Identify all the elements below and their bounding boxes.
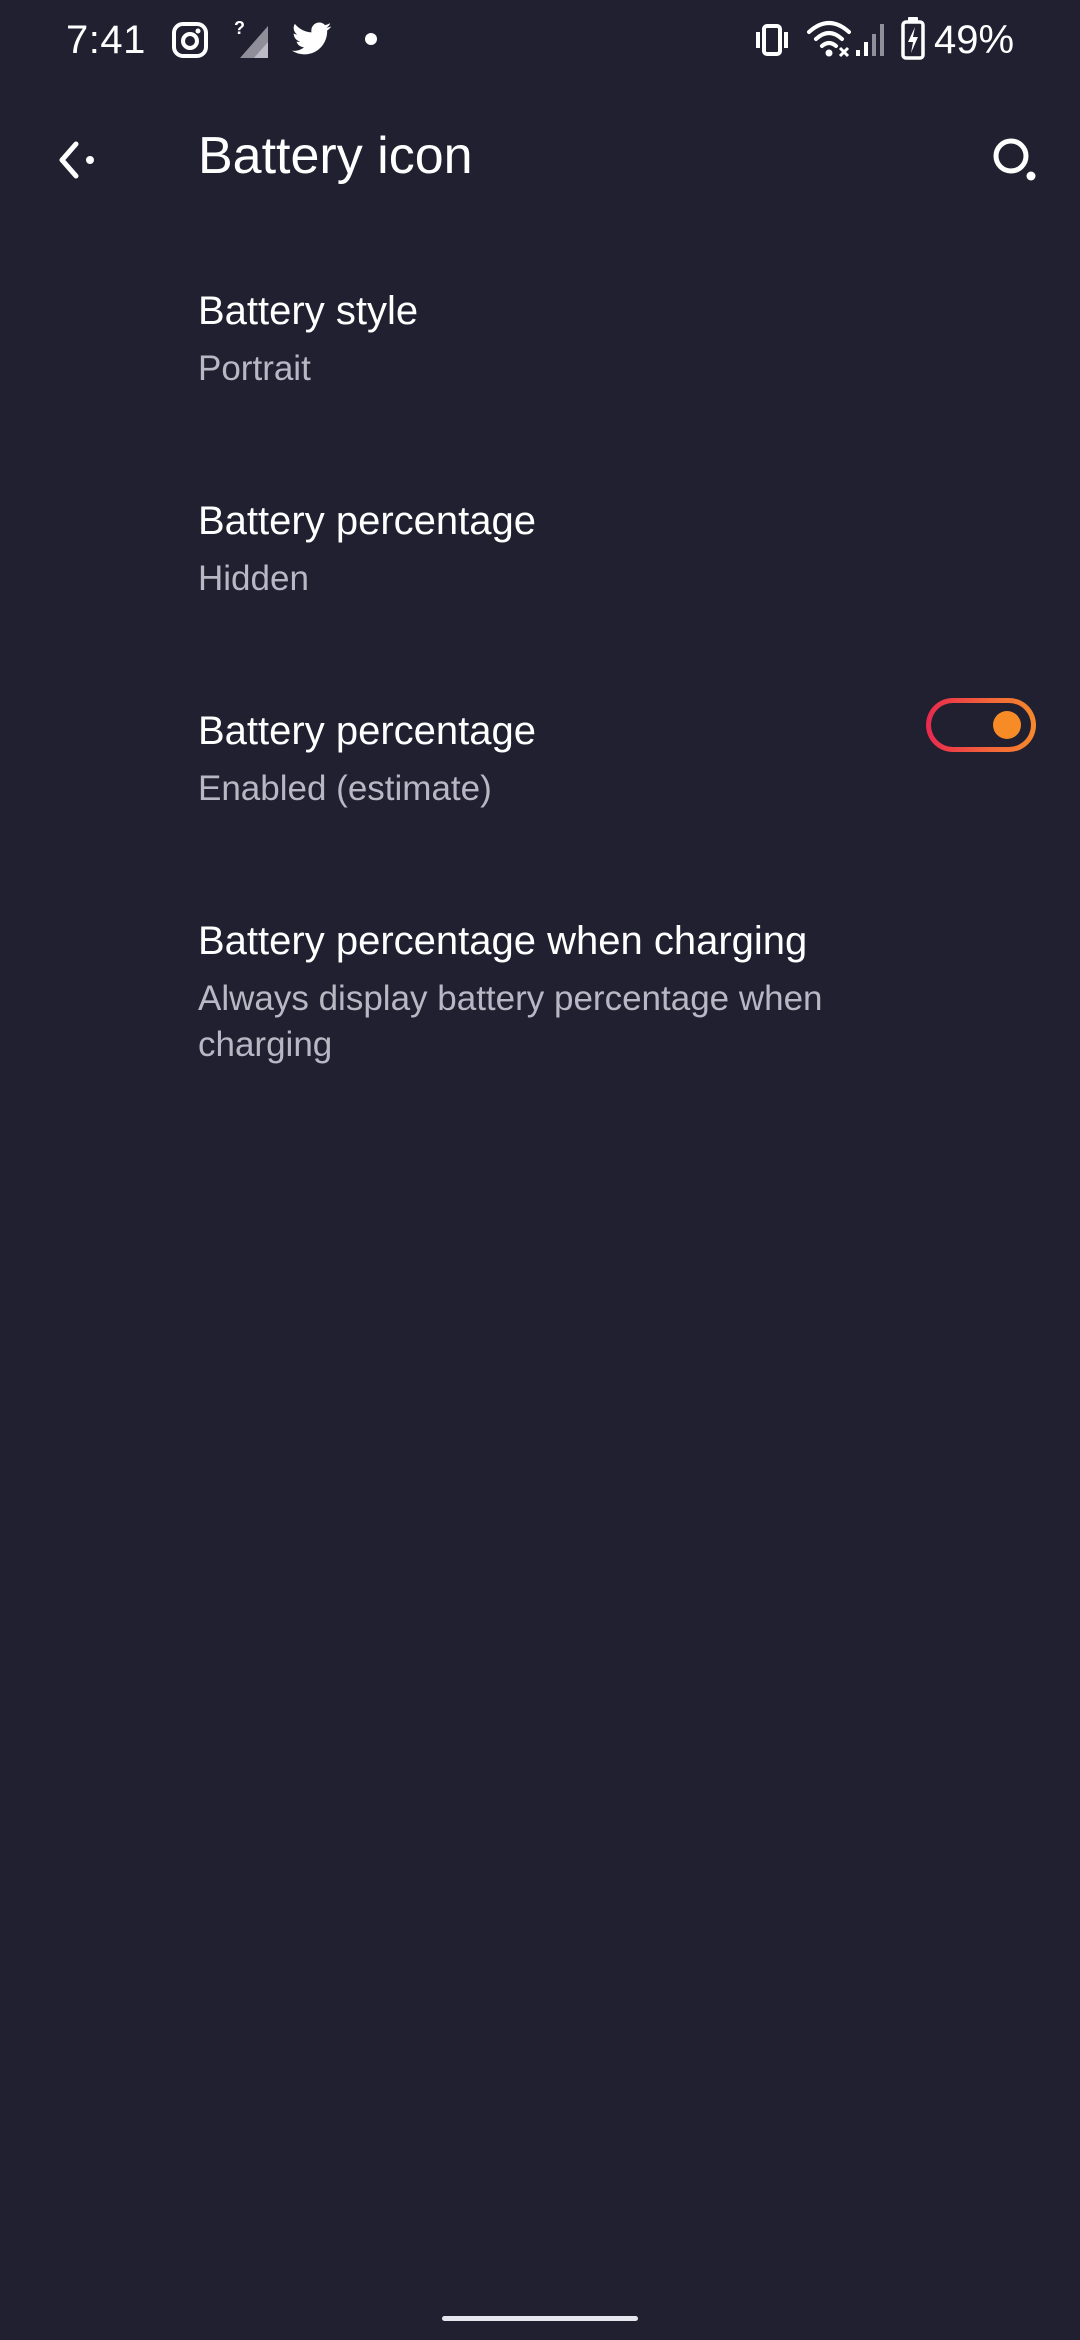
notification-dot-icon — [365, 33, 377, 45]
setting-title: Battery percentage — [198, 499, 536, 543]
setting-battery-percentage-when-charging[interactable]: Battery percentage when charging Always … — [0, 892, 1080, 1102]
back-button[interactable] — [36, 120, 116, 200]
cell-signal-icon — [856, 24, 884, 56]
search-icon — [993, 138, 1036, 181]
status-battery-percent: 49% — [934, 18, 1015, 62]
setting-title: Battery style — [198, 289, 419, 333]
wifi-icon — [807, 21, 851, 58]
status-bar: 7:41 ? 49% — [0, 0, 1080, 80]
setting-summary: Always display battery percentage when c… — [198, 979, 823, 1064]
app-bar: Battery icon — [0, 100, 1080, 220]
page-title: Battery icon — [198, 127, 473, 185]
back-arrow-icon — [59, 141, 94, 179]
no-sim-signal-icon: ? — [234, 18, 268, 58]
battery-icon-settings-screen: 7:41 ? 49% Battery icon Battery style Po… — [0, 0, 1080, 2340]
setting-battery-percentage-estimate[interactable]: Battery percentage Enabled (estimate) — [0, 682, 1080, 892]
setting-summary: Portrait — [198, 349, 311, 388]
twitter-icon — [292, 22, 332, 55]
toggle-thumb — [993, 711, 1021, 739]
photo-notification-icon — [172, 22, 208, 58]
settings-list: Battery style Portrait Battery percentag… — [0, 262, 1080, 1102]
search-button[interactable] — [970, 120, 1060, 200]
setting-summary: Enabled (estimate) — [198, 769, 492, 808]
gesture-navigation-bar[interactable] — [442, 2316, 638, 2321]
battery-charging-icon — [901, 17, 925, 60]
vibrate-icon — [756, 24, 788, 56]
setting-summary: Hidden — [198, 559, 309, 598]
status-time: 7:41 — [66, 18, 146, 62]
charging-percentage-toggle[interactable] — [926, 698, 1036, 752]
setting-title: Battery percentage when charging — [198, 919, 808, 963]
setting-battery-percentage-hidden[interactable]: Battery percentage Hidden — [0, 472, 1080, 682]
svg-text:?: ? — [234, 18, 245, 38]
setting-title: Battery percentage — [198, 709, 536, 753]
setting-battery-style[interactable]: Battery style Portrait — [0, 262, 1080, 472]
